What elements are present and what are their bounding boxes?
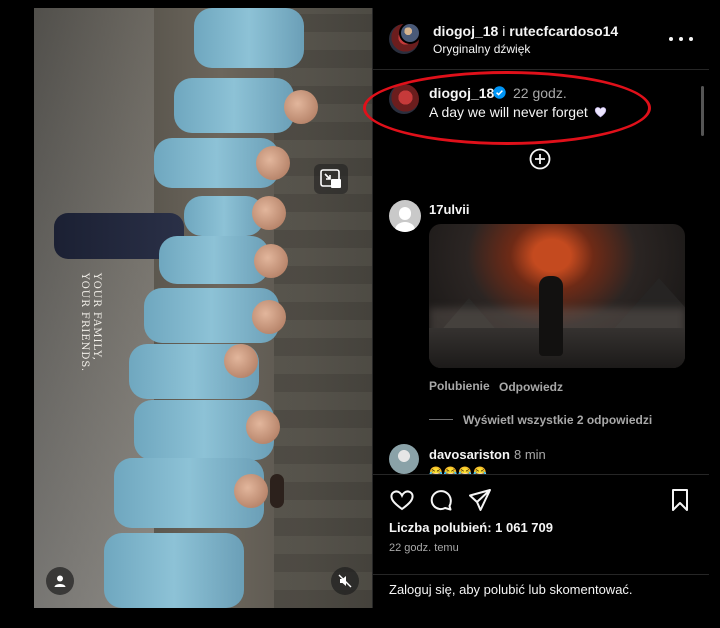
- verified-badge-icon: [493, 86, 506, 99]
- post-authors: diogoj_18 i rutecfcardoso14: [433, 23, 618, 39]
- more-horizontal-icon: [669, 37, 673, 41]
- white-heart-emoji: [594, 107, 606, 118]
- likes-count[interactable]: Liczba polubień: 1 061 709: [389, 520, 553, 535]
- user-tag-icon: [54, 575, 66, 587]
- more-dot: [689, 37, 693, 41]
- more-dot: [679, 37, 683, 41]
- comment-like-button[interactable]: Polubienie: [429, 379, 490, 393]
- person-suit: [104, 533, 244, 608]
- comments-scrollbar[interactable]: [701, 86, 704, 136]
- caption-author-avatar[interactable]: [389, 84, 419, 114]
- comment-icon[interactable]: [428, 487, 454, 513]
- muted-speaker-icon: [338, 574, 352, 588]
- comment-reply-button[interactable]: Odpowiedz: [499, 380, 563, 394]
- comment-username[interactable]: 17ulvii: [429, 202, 469, 217]
- post-actions: Liczba polubień: 1 061 709 22 godz. temu: [373, 474, 709, 584]
- send-icon[interactable]: [467, 487, 493, 513]
- picture-in-picture-button[interactable]: [314, 164, 348, 194]
- person-hair: [270, 474, 284, 508]
- replies-divider: [429, 419, 453, 420]
- caption-text: A day we will never forget: [429, 104, 607, 120]
- audio-link[interactable]: Oryginalny dźwięk: [433, 42, 530, 56]
- person-head: [224, 344, 258, 378]
- post-header: diogoj_18 i rutecfcardoso14 Oryginalny d…: [373, 8, 709, 70]
- person-head: [234, 474, 268, 508]
- author-link[interactable]: diogoj_18: [433, 23, 498, 39]
- plus-circle-icon[interactable]: [529, 148, 551, 170]
- heart-icon[interactable]: [389, 487, 415, 513]
- comment-avatar[interactable]: [389, 200, 421, 232]
- media-overlay-text: YOUR FAMILY, YOUR FRIENDS.: [79, 273, 102, 373]
- image-knight: [539, 276, 563, 356]
- authors-separator: i: [502, 23, 506, 39]
- person-head: [252, 196, 286, 230]
- person-suit: [194, 8, 304, 68]
- login-prompt-text: Zaloguj się, aby polubić lub skomentować…: [389, 582, 633, 597]
- tagged-users-button[interactable]: [46, 567, 74, 595]
- view-replies-button[interactable]: Wyświetl wszystkie 2 odpowiedzi: [463, 413, 652, 427]
- comment-username[interactable]: davosariston: [429, 447, 510, 462]
- caption-text-content: A day we will never forget: [429, 104, 588, 120]
- left-gutter: [0, 0, 34, 628]
- bookmark-icon[interactable]: [667, 487, 693, 513]
- person-suit: [174, 78, 294, 133]
- login-link[interactable]: Zaloguj się: [389, 582, 452, 597]
- person-head: [256, 146, 290, 180]
- comment-avatar[interactable]: [389, 444, 419, 474]
- more-options-button[interactable]: [669, 30, 693, 48]
- coauthor-link[interactable]: rutecfcardoso14: [509, 23, 618, 39]
- person-head: [284, 90, 318, 124]
- post-timestamp[interactable]: 22 godz. temu: [389, 542, 459, 554]
- picture-in-picture-icon: [320, 169, 341, 188]
- caption-time[interactable]: 22 godz.: [513, 85, 567, 101]
- bottom-gutter: [0, 608, 720, 628]
- coauthor-avatar[interactable]: [399, 22, 421, 44]
- login-prompt: Zaloguj się, aby polubić lub skomentować…: [373, 574, 709, 608]
- comment-time[interactable]: 8 min: [514, 447, 546, 462]
- login-prompt-rest: , aby polubić lub skomentować.: [451, 582, 633, 597]
- post-media-video[interactable]: YOUR FAMILY, YOUR FRIENDS.: [34, 8, 372, 608]
- person-head: [254, 244, 288, 278]
- person-head: [246, 410, 280, 444]
- comment-image[interactable]: [429, 224, 685, 368]
- post-details-panel: diogoj_18 i rutecfcardoso14 Oryginalny d…: [363, 8, 709, 608]
- mute-button[interactable]: [331, 567, 359, 595]
- person-head: [252, 300, 286, 334]
- person-suit: [159, 236, 269, 284]
- caption-username[interactable]: diogoj_18: [429, 85, 494, 101]
